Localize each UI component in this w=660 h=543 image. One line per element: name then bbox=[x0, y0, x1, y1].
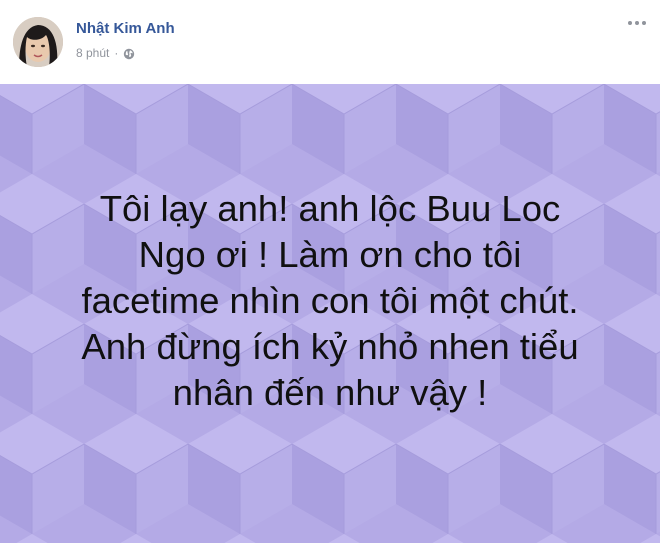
post-header: Nhật Kim Anh 8 phút · bbox=[0, 0, 660, 84]
facebook-post: Nhật Kim Anh 8 phút · Tôi lạy anh! anh l… bbox=[0, 0, 660, 543]
meta-separator: · bbox=[114, 46, 119, 60]
globe-icon[interactable] bbox=[123, 48, 135, 60]
post-text-line: nhân đến như vậy ! bbox=[172, 372, 488, 413]
post-text-line: Ngo ơi ! Làm ơn cho tôi bbox=[138, 234, 522, 275]
post-meta: 8 phút · bbox=[76, 45, 135, 61]
post-text-line: facetime nhìn con tôi một chút. bbox=[81, 280, 579, 321]
post-text-line: Tôi lạy anh! anh lộc Buu Loc bbox=[99, 188, 561, 229]
post-text-line: Anh đừng ích kỷ nhỏ nhen tiểu bbox=[81, 326, 579, 367]
more-options-icon[interactable] bbox=[626, 16, 648, 30]
post-background: Tôi lạy anh! anh lộc Buu Loc Ngo ơi ! Là… bbox=[0, 84, 660, 543]
post-text: Tôi lạy anh! anh lộc Buu Loc Ngo ơi ! Là… bbox=[30, 186, 630, 416]
author-name[interactable]: Nhật Kim Anh bbox=[76, 19, 175, 39]
post-timestamp[interactable]: 8 phút bbox=[76, 45, 109, 61]
avatar[interactable] bbox=[13, 17, 63, 67]
avatar-photo bbox=[13, 17, 63, 67]
